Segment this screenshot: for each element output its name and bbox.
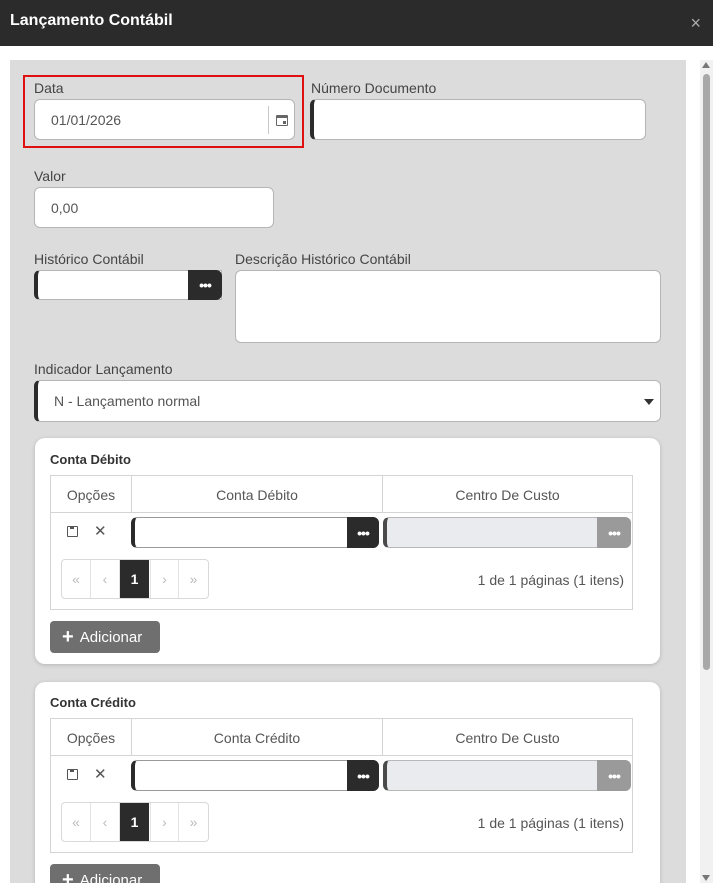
- indicador-lancamento-select[interactable]: N - Lançamento normal: [34, 380, 661, 422]
- conta-debito-title: Conta Débito: [50, 452, 131, 467]
- valor-label: Valor: [34, 168, 66, 184]
- descricao-historico-label: Descrição Histórico Contábil: [235, 251, 411, 267]
- indicador-lancamento-value: N - Lançamento normal: [54, 393, 201, 409]
- centro-custo-debito-search-button[interactable]: •••: [597, 517, 631, 548]
- lancamento-contabil-dialog: Lançamento Contábil × Data 01/01/2026 Nú…: [0, 0, 713, 883]
- data-input[interactable]: 01/01/2026: [34, 99, 295, 140]
- vertical-scrollbar[interactable]: [700, 60, 713, 883]
- conta-debito-grid: Opções Conta Débito Centro De Custo ✕ ••…: [50, 475, 633, 610]
- column-header-opcoes: Opções: [66, 486, 116, 503]
- pager-next-button[interactable]: ›: [150, 560, 179, 598]
- chevron-down-icon: [644, 399, 654, 405]
- scroll-down-icon[interactable]: [702, 875, 710, 881]
- valor-value: 0,00: [51, 199, 79, 216]
- dialog-title: Lançamento Contábil: [10, 12, 173, 29]
- column-header-conta-debito[interactable]: Conta Débito: [131, 476, 382, 513]
- scrollbar-thumb[interactable]: [703, 74, 710, 670]
- centro-custo-credito-search-button[interactable]: •••: [597, 760, 631, 791]
- pager-next-button[interactable]: ›: [150, 803, 179, 841]
- conta-debito-grid-header: Opções Conta Débito Centro De Custo: [51, 476, 632, 513]
- save-icon[interactable]: [67, 769, 78, 780]
- calendar-icon[interactable]: [268, 106, 294, 134]
- scroll-up-icon[interactable]: [702, 62, 710, 68]
- pager-prev-button[interactable]: ‹: [91, 803, 120, 841]
- close-icon[interactable]: ✕: [94, 765, 107, 783]
- pager-last-button[interactable]: »: [179, 803, 208, 841]
- conta-debito-add-button[interactable]: + Adicionar: [50, 621, 160, 653]
- plus-icon: +: [62, 626, 74, 648]
- add-button-label: Adicionar: [79, 871, 143, 883]
- pager-first-button[interactable]: «: [62, 560, 91, 598]
- conta-credito-row-input[interactable]: [131, 760, 379, 791]
- column-header-centro-de-custo[interactable]: Centro De Custo: [382, 719, 632, 756]
- dialog-titlebar: Lançamento Contábil ×: [0, 0, 713, 46]
- conta-debito-pager-info: 1 de 1 páginas (1 itens): [477, 572, 624, 588]
- conta-debito-panel: Conta Débito Opções Conta Débito Centro …: [35, 438, 660, 664]
- conta-credito-grid: Opções Conta Crédito Centro De Custo ✕ •…: [50, 718, 633, 853]
- conta-debito-pager: « ‹ 1 › »: [61, 559, 209, 599]
- numero-documento-input[interactable]: [310, 99, 646, 140]
- conta-credito-search-button[interactable]: •••: [347, 760, 379, 791]
- valor-input[interactable]: 0,00: [34, 187, 274, 228]
- conta-debito-search-button[interactable]: •••: [347, 517, 379, 548]
- pager-page-button[interactable]: 1: [120, 803, 149, 841]
- save-icon[interactable]: [67, 526, 78, 537]
- centro-custo-debito-input[interactable]: [383, 517, 631, 548]
- numero-documento-label: Número Documento: [311, 80, 437, 96]
- historico-contabil-search-button[interactable]: •••: [188, 270, 222, 300]
- centro-custo-credito-input[interactable]: [383, 760, 631, 791]
- conta-debito-row-input[interactable]: [131, 517, 379, 548]
- data-value: 01/01/2026: [51, 111, 122, 128]
- column-header-centro-de-custo[interactable]: Centro De Custo: [382, 476, 632, 513]
- conta-credito-title: Conta Crédito: [50, 695, 136, 710]
- column-header-opcoes: Opções: [66, 729, 116, 746]
- pager-page-button[interactable]: 1: [120, 560, 149, 598]
- pager-prev-button[interactable]: ‹: [91, 560, 120, 598]
- conta-credito-add-button[interactable]: + Adicionar: [50, 864, 160, 883]
- descricao-historico-textarea[interactable]: [235, 270, 661, 343]
- data-label: Data: [34, 80, 64, 96]
- conta-credito-grid-header: Opções Conta Crédito Centro De Custo: [51, 719, 632, 756]
- column-header-conta-credito[interactable]: Conta Crédito: [131, 719, 382, 756]
- add-button-label: Adicionar: [79, 628, 143, 646]
- pager-last-button[interactable]: »: [179, 560, 208, 598]
- historico-contabil-label: Histórico Contábil: [34, 251, 144, 267]
- conta-credito-pager: « ‹ 1 › »: [61, 802, 209, 842]
- conta-credito-pager-info: 1 de 1 páginas (1 itens): [477, 815, 624, 831]
- pager-first-button[interactable]: «: [62, 803, 91, 841]
- plus-icon: +: [62, 869, 74, 883]
- conta-credito-panel: Conta Crédito Opções Conta Crédito Centr…: [35, 682, 660, 883]
- indicador-lancamento-label: Indicador Lançamento: [34, 361, 173, 377]
- close-icon[interactable]: ✕: [94, 522, 107, 540]
- close-icon[interactable]: ×: [690, 14, 701, 32]
